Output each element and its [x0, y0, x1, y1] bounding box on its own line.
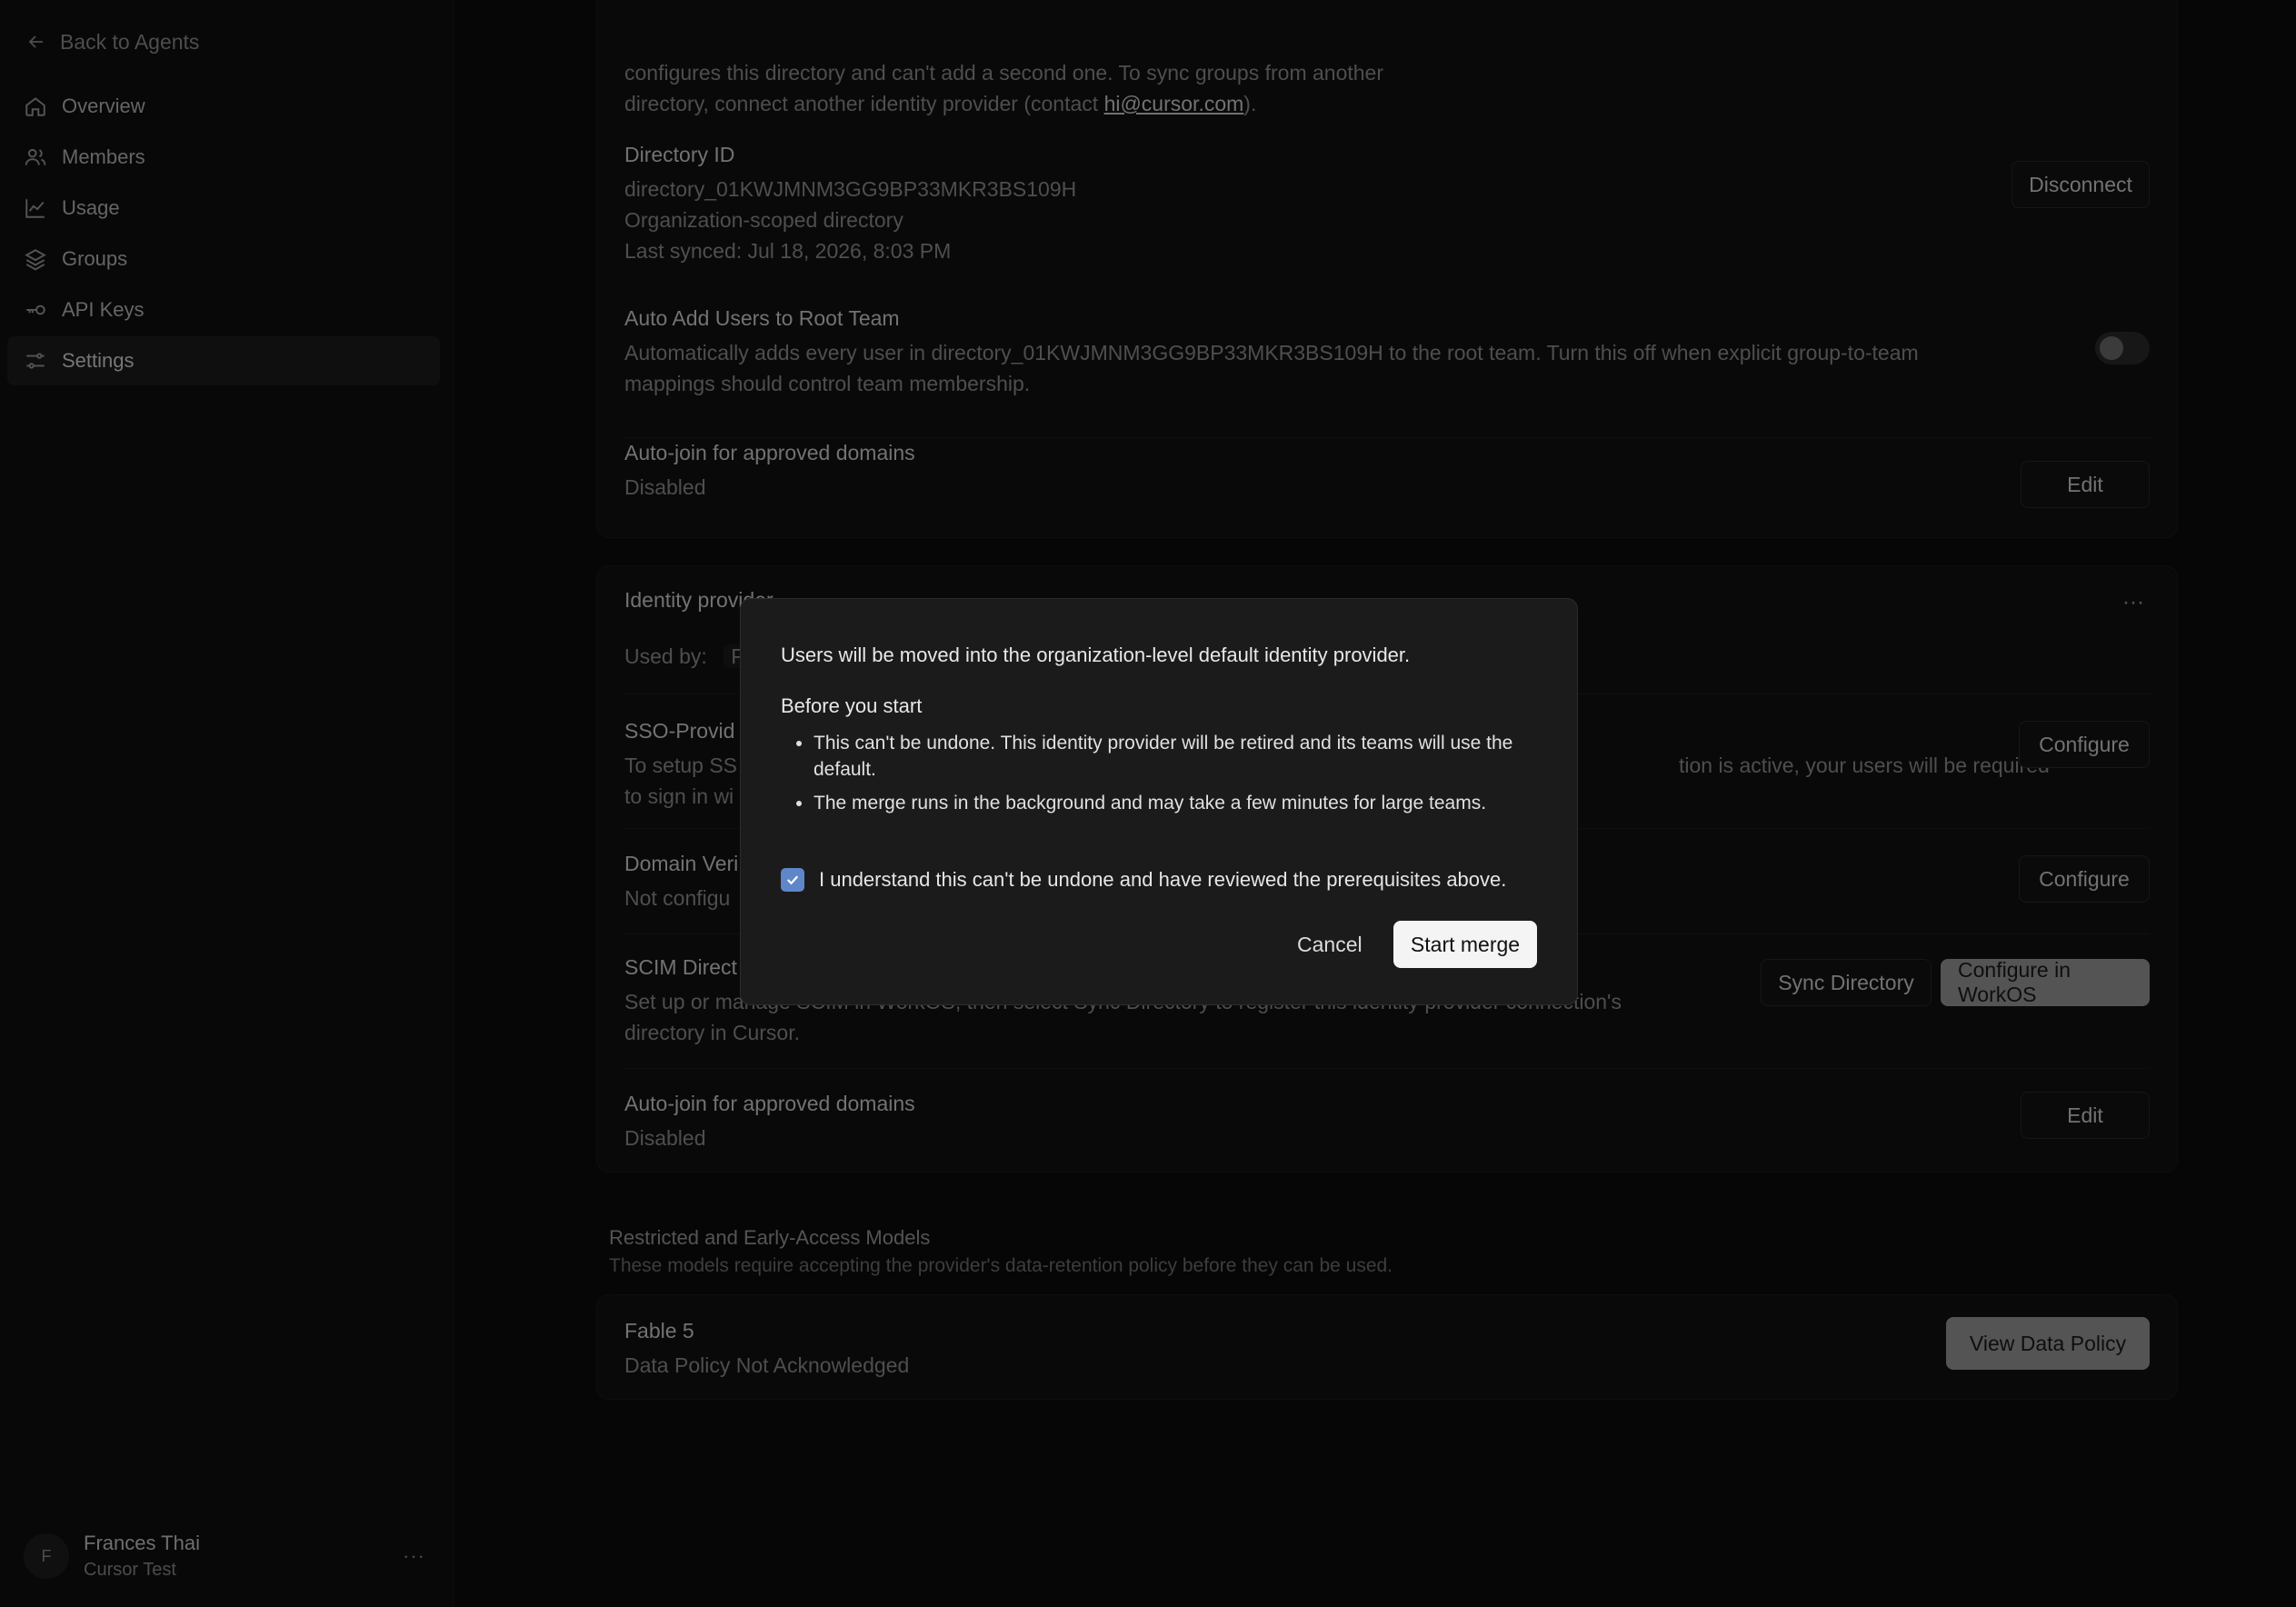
list-item: This can't be undone. This identity prov…: [814, 730, 1541, 783]
acknowledge-label: I understand this can't be undone and ha…: [819, 868, 1507, 891]
dialog-intro: Users will be moved into the organizatio…: [781, 644, 1411, 666]
list-item: The merge runs in the background and may…: [814, 790, 1541, 816]
cancel-button[interactable]: Cancel: [1286, 921, 1373, 968]
prerequisites-list: This can't be undone. This identity prov…: [814, 730, 1541, 823]
acknowledge-checkbox[interactable]: [781, 868, 804, 892]
acknowledge-checkbox-row[interactable]: I understand this can't be undone and ha…: [781, 868, 1506, 892]
merge-dialog: Users will be moved into the organizatio…: [740, 598, 1578, 1005]
check-icon: [786, 875, 799, 885]
dialog-before-title: Before you start: [781, 694, 923, 717]
start-merge-button[interactable]: Start merge: [1393, 921, 1537, 968]
